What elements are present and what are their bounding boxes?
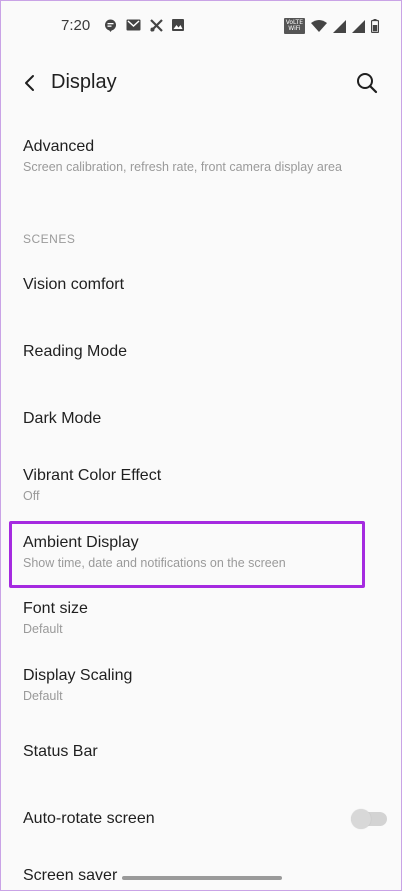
setting-display-scaling[interactable]: Display Scaling Default — [23, 666, 383, 705]
setting-title: Dark Mode — [23, 410, 102, 427]
setting-title: Font size — [23, 600, 88, 617]
status-bar: 7:20 VoLTE WiFi — [1, 1, 401, 53]
setting-advanced[interactable]: Advanced Screen calibration, refresh rat… — [23, 137, 383, 176]
back-arrow-icon[interactable] — [19, 72, 41, 94]
chat-bubble-icon — [104, 19, 117, 32]
setting-title: Ambient Display — [23, 534, 139, 551]
setting-subtitle: Show time, date and notifications on the… — [23, 556, 286, 570]
setting-auto-rotate-screen[interactable]: Auto-rotate screen — [23, 809, 323, 829]
app-bar: Display — [1, 63, 401, 103]
search-icon[interactable] — [355, 71, 379, 95]
tools-icon — [150, 19, 163, 32]
setting-subtitle: Off — [23, 489, 40, 503]
page-title: Display — [51, 71, 117, 93]
signal-1-icon — [333, 19, 346, 33]
gmail-icon — [126, 19, 141, 32]
setting-status-bar[interactable]: Status Bar — [23, 742, 383, 762]
auto-rotate-toggle[interactable] — [351, 809, 387, 829]
setting-dark-mode[interactable]: Dark Mode — [23, 409, 383, 429]
setting-title: Reading Mode — [23, 343, 128, 360]
screen-frame: 7:20 VoLTE WiFi Display Advanced Screen … — [0, 0, 402, 891]
status-time: 7:20 — [61, 17, 91, 34]
wifi-icon — [311, 19, 327, 33]
setting-ambient-display[interactable]: Ambient Display Show time, date and noti… — [23, 533, 383, 572]
setting-screen-saver[interactable]: Screen saver — [23, 867, 117, 885]
setting-subtitle: Default — [23, 689, 63, 703]
setting-subtitle: Screen calibration, refresh rate, front … — [23, 160, 342, 174]
section-header-scenes: SCENES — [23, 232, 76, 246]
image-icon — [172, 19, 184, 32]
setting-title: Advanced — [23, 138, 95, 155]
battery-icon — [371, 19, 379, 33]
setting-vibrant-color-effect[interactable]: Vibrant Color Effect Off — [23, 466, 383, 505]
setting-title: Display Scaling — [23, 667, 133, 684]
gesture-navigation-bar[interactable] — [122, 876, 282, 880]
setting-subtitle: Default — [23, 622, 63, 636]
setting-reading-mode[interactable]: Reading Mode — [23, 342, 383, 362]
setting-vision-comfort[interactable]: Vision comfort — [23, 275, 383, 295]
setting-title: Vision comfort — [23, 276, 125, 293]
setting-title: Status Bar — [23, 743, 98, 760]
volte-wifi-icon: VoLTE WiFi — [283, 18, 305, 34]
setting-title: Auto-rotate screen — [23, 810, 155, 827]
toggle-thumb — [351, 809, 371, 829]
setting-title: Vibrant Color Effect — [23, 467, 162, 484]
setting-font-size[interactable]: Font size Default — [23, 599, 383, 638]
signal-2-icon — [352, 19, 365, 33]
